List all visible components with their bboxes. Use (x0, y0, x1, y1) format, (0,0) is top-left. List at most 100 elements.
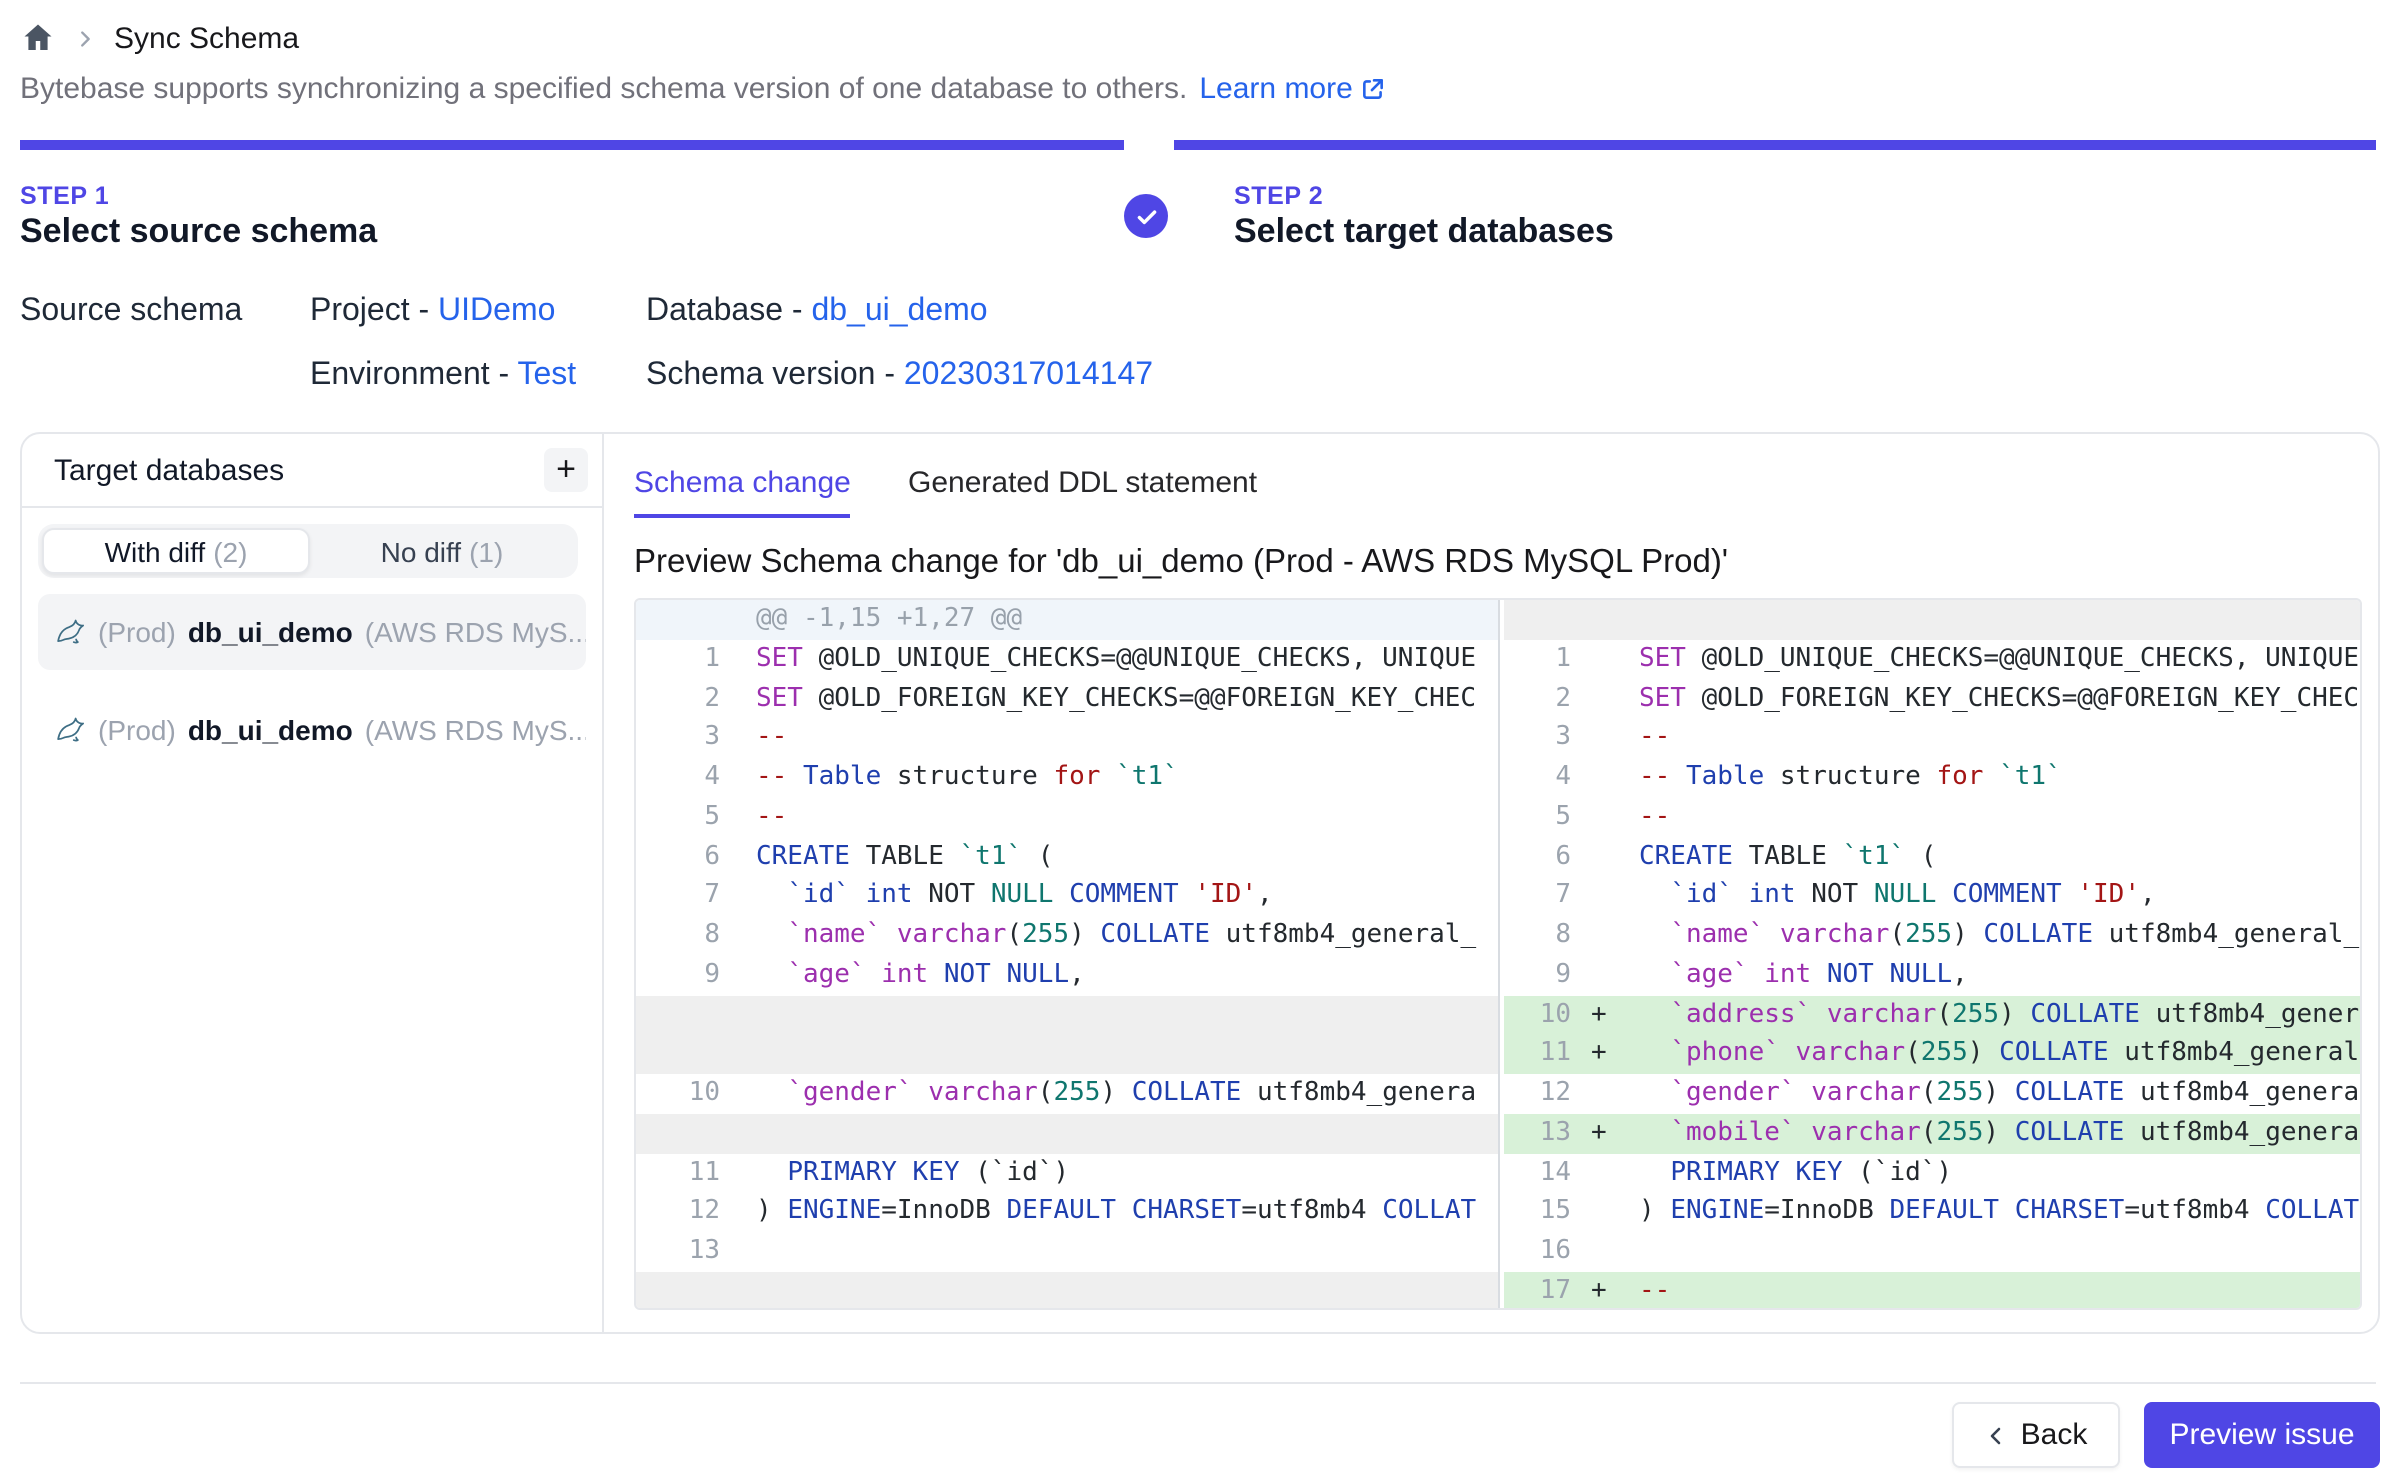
code-text: SET @OLD_UNIQUE_CHECKS=@@UNIQUE_CHECKS, … (738, 640, 1498, 680)
diff-add-marker (1585, 798, 1621, 838)
diff-add-marker (1585, 956, 1621, 996)
line-number: 2 (636, 679, 738, 719)
source-database-field: Database - db_ui_demo (646, 294, 988, 330)
diff-pane-target: 1SET @OLD_UNIQUE_CHECKS=@@UNIQUE_CHECKS,… (1503, 600, 2360, 1308)
line-number: 2 (1503, 679, 1585, 719)
target-database-item[interactable]: (Prod)db_ui_demo(AWS RDS MyS... (38, 692, 586, 768)
diff-add-marker: + (1585, 1272, 1621, 1309)
breadcrumb: Sync Schema (20, 16, 299, 60)
diff-line: 6CREATE TABLE `t1` ( (636, 837, 1498, 877)
diff-add-marker (1585, 1153, 1621, 1193)
preview-issue-button[interactable]: Preview issue (2144, 1402, 2380, 1468)
diff-line: 10 `gender` varchar(255) COLLATE utf8mb4… (636, 1074, 1498, 1114)
add-target-database-button[interactable]: + (544, 448, 588, 492)
description-text: Bytebase supports synchronizing a specif… (20, 72, 1187, 106)
code-text: `phone` varchar(255) COLLATE utf8mb4_gen… (1621, 1035, 2360, 1075)
line-number: 5 (1503, 798, 1585, 838)
project-link[interactable]: UIDemo (438, 294, 555, 328)
line-number: 15 (1503, 1193, 1585, 1233)
diff-line: 13 (636, 1232, 1498, 1272)
diff-spacer-row (636, 1035, 1498, 1075)
diff-added-line: 11+ `phone` varchar(255) COLLATE utf8mb4… (1503, 1035, 2360, 1075)
code-text: PRIMARY KEY (`id`) (1621, 1153, 2360, 1193)
code-text (738, 1232, 1498, 1272)
schema-diff-editor[interactable]: @@ -1,15 +1,27 @@1SET @OLD_UNIQUE_CHECKS… (634, 598, 2362, 1310)
code-text: `gender` varchar(255) COLLATE utf8mb4_ge… (1621, 1074, 2360, 1114)
line-number: 4 (1503, 758, 1585, 798)
line-number: 10 (1503, 995, 1585, 1035)
step1-complete-icon (1124, 194, 1168, 238)
diff-filter-tab-with-diff[interactable]: With diff (2) (42, 528, 310, 574)
line-number: 12 (1503, 1074, 1585, 1114)
diff-line: 4-- Table structure for `t1` (636, 758, 1498, 798)
line-number: 8 (1503, 916, 1585, 956)
line-number: 13 (1503, 1114, 1585, 1154)
code-text: -- (738, 798, 1498, 838)
diff-line: 5 -- (1503, 798, 2360, 838)
diff-line: 12) ENGINE=InnoDB DEFAULT CHARSET=utf8mb… (636, 1193, 1498, 1233)
line-number: 13 (636, 1232, 738, 1272)
code-text: -- (738, 719, 1498, 759)
diff-add-marker (1585, 640, 1621, 680)
tab-generated-ddl-statement[interactable]: Generated DDL statement (908, 466, 1257, 500)
diff-spacer-row (1503, 600, 2360, 640)
schema-version-link[interactable]: 20230317014147 (904, 358, 1153, 392)
line-number: 11 (636, 1153, 738, 1193)
diff-spacer-row (636, 1114, 1498, 1154)
diff-line: 3-- (1503, 719, 2360, 759)
line-number: 5 (636, 798, 738, 838)
code-text: `address` varchar(255) COLLATE utf8mb4_g… (1621, 995, 2360, 1035)
diff-filter-tab-no-diff[interactable]: No diff (1) (310, 528, 574, 574)
diff-spacer-row (636, 995, 1498, 1035)
line-number: 7 (636, 877, 738, 917)
line-number: 11 (1503, 1035, 1585, 1075)
code-text: -- (1621, 798, 2360, 838)
target-databases-panel: Target databases + With diff (2)No diff … (22, 434, 604, 1332)
diff-spacer-row (636, 1272, 1498, 1309)
diff-line: 8 `name` varchar(255) COLLATE utf8mb4_ge… (636, 916, 1498, 956)
code-text: `gender` varchar(255) COLLATE utf8mb4_ge… (738, 1074, 1498, 1114)
external-link-icon (1361, 76, 1387, 102)
learn-more-link[interactable]: Learn more (1199, 72, 1386, 106)
line-number (636, 995, 738, 1035)
code-text (738, 1035, 1498, 1075)
code-text: `age` int NOT NULL, (1621, 956, 2360, 996)
code-text: `id` int NOT NULL COMMENT 'ID', (1621, 877, 2360, 917)
home-icon[interactable] (20, 20, 56, 56)
target-databases-title: Target databases (54, 454, 284, 488)
database-instance: (AWS RDS MyS... (365, 714, 586, 746)
diff-line: 1SET @OLD_UNIQUE_CHECKS=@@UNIQUE_CHECKS,… (636, 640, 1498, 680)
target-database-item[interactable]: (Prod)db_ui_demo(AWS RDS MyS... (38, 594, 586, 670)
diff-line: 15) ENGINE=InnoDB DEFAULT CHARSET=utf8mb… (1503, 1193, 2360, 1233)
database-link[interactable]: db_ui_demo (811, 294, 987, 328)
tab-schema-change[interactable]: Schema change (634, 466, 851, 518)
code-text: CREATE TABLE `t1` ( (738, 837, 1498, 877)
line-number (1503, 600, 1585, 640)
back-button[interactable]: Back (1952, 1402, 2120, 1468)
line-number (636, 1114, 738, 1154)
code-text: -- Table structure for `t1` (738, 758, 1498, 798)
chevron-left-icon (1985, 1423, 2009, 1447)
line-number (636, 1035, 738, 1075)
line-number: 16 (1503, 1232, 1585, 1272)
diff-line: 16 (1503, 1232, 2360, 1272)
diff-pane-source: @@ -1,15 +1,27 @@1SET @OLD_UNIQUE_CHECKS… (636, 600, 1500, 1308)
target-databases-header: Target databases + (22, 434, 602, 508)
step1-label: STEP 1 (20, 182, 109, 210)
footer-divider (20, 1382, 2376, 1384)
diff-add-marker: + (1585, 995, 1621, 1035)
diff-added-line: 17+-- (1503, 1272, 2360, 1309)
code-text: -- (1621, 719, 2360, 759)
environment-link[interactable]: Test (518, 358, 577, 392)
line-number: 9 (1503, 956, 1585, 996)
database-name: db_ui_demo (188, 616, 353, 648)
code-text (738, 1114, 1498, 1154)
step1-progress-bar (20, 140, 1124, 149)
diff-add-marker: + (1585, 1035, 1621, 1075)
diff-line: 4-- Table structure for `t1` (1503, 758, 2360, 798)
step2-title: Select target databases (1234, 212, 1614, 252)
diff-add-marker: + (1585, 1114, 1621, 1154)
line-number: 14 (1503, 1153, 1585, 1193)
diff-line: 14 PRIMARY KEY (`id`) (1503, 1153, 2360, 1193)
source-schema-label: Source schema (20, 294, 242, 330)
